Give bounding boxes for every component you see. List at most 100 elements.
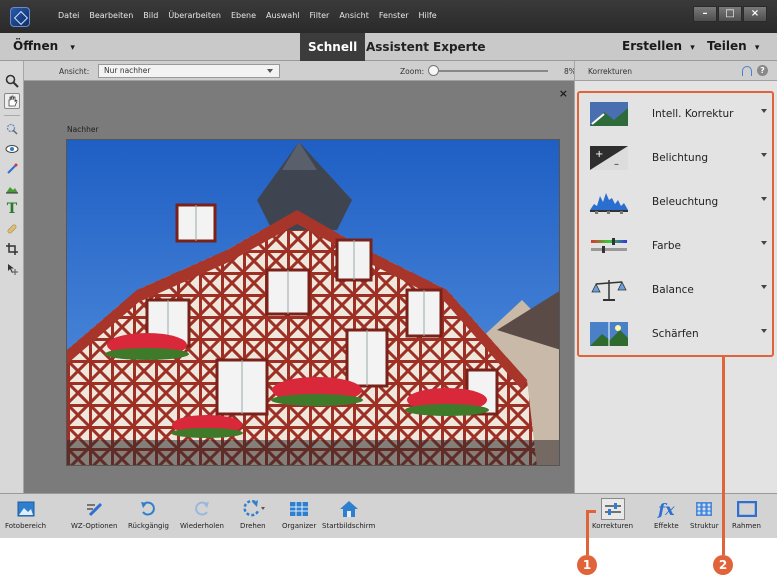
adjustment-exposure[interactable]: + – Belichtung — [587, 143, 767, 173]
view-label: Ansicht: — [59, 67, 90, 76]
photo-bin-icon — [14, 498, 38, 520]
effects-button[interactable]: fx Effekte — [654, 498, 679, 531]
chevron-down-icon — [761, 285, 767, 289]
move-tool-icon[interactable] — [4, 261, 20, 277]
menu-hilfe[interactable]: Hilfe — [419, 11, 437, 20]
crop-tool-icon[interactable] — [4, 241, 20, 257]
sharpen-icon — [590, 322, 628, 346]
undo-label: Rückgängig — [128, 522, 169, 530]
menu-filter[interactable]: Filter — [310, 11, 330, 20]
adjustments-button[interactable]: Korrekturen — [592, 498, 633, 530]
help-icon[interactable]: ? — [757, 65, 768, 76]
menu-fenster[interactable]: Fenster — [379, 11, 409, 20]
panel-title: Korrekturen — [588, 67, 632, 76]
adjustment-lighting[interactable]: Beleuchtung — [587, 187, 767, 217]
redo-button[interactable]: Wiederholen — [180, 498, 224, 530]
window-controls: – □ × — [693, 6, 767, 22]
open-dropdown-icon: ▾ — [70, 43, 75, 53]
zoom-label: Zoom: — [400, 67, 425, 76]
organizer-button[interactable]: Organizer — [282, 498, 316, 530]
share-button[interactable]: Teilen ▾ — [707, 39, 759, 53]
adjustment-smart-fix[interactable]: Intell. Korrektur — [587, 99, 767, 129]
share-dropdown-icon: ▾ — [754, 43, 760, 53]
close-window-button[interactable]: × — [743, 6, 767, 22]
reset-icon[interactable] — [742, 66, 752, 76]
hand-tool-icon[interactable] — [4, 93, 20, 109]
bottom-bar: Fotobereich WZ-Optionen Rückgängig Wiede… — [0, 493, 777, 538]
svg-text:+: + — [595, 149, 603, 160]
adjustment-label: Belichtung — [652, 152, 709, 164]
textures-button[interactable]: Struktur — [690, 498, 719, 530]
home-screen-label: Startbildschirm — [322, 522, 376, 530]
home-screen-button[interactable]: Startbildschirm — [322, 498, 375, 530]
undo-button[interactable]: Rückgängig — [128, 498, 169, 530]
text-tool-icon[interactable]: T — [4, 201, 20, 217]
menu-ueberarbeiten[interactable]: Überarbeiten — [168, 11, 221, 20]
app-logo-icon — [10, 7, 30, 27]
create-button[interactable]: Erstellen ▾ — [622, 39, 695, 53]
frames-icon — [735, 498, 759, 520]
chevron-down-icon — [761, 197, 767, 201]
adjustment-sharpen[interactable]: Schärfen — [587, 319, 767, 349]
create-label: Erstellen — [622, 39, 683, 53]
adjustment-label: Intell. Korrektur — [652, 108, 734, 120]
photo-bin-button[interactable]: Fotobereich — [5, 498, 46, 530]
red-eye-icon[interactable] — [4, 141, 20, 157]
zoom-tool-icon[interactable] — [4, 73, 20, 89]
textures-label: Struktur — [690, 522, 719, 530]
tab-experte[interactable]: Experte — [425, 33, 493, 61]
zoom-slider-track[interactable] — [430, 70, 548, 72]
menu-bild[interactable]: Bild — [143, 11, 158, 20]
svg-text:–: – — [614, 159, 619, 170]
share-label: Teilen — [707, 39, 747, 53]
callout-badge-1: 1 — [577, 555, 597, 575]
open-button[interactable]: Öffnen ▾ — [13, 39, 75, 53]
panel-header: Korrekturen ? — [575, 61, 777, 81]
zoom-slider-thumb[interactable] — [428, 65, 439, 76]
smart-fix-icon — [590, 102, 628, 126]
toolbox: T — [0, 61, 24, 493]
textures-icon — [692, 498, 716, 520]
tool-options-icon — [82, 498, 106, 520]
adjustment-label: Schärfen — [652, 328, 699, 340]
maximize-button[interactable]: □ — [718, 6, 742, 22]
tool-options-button[interactable]: WZ-Optionen — [71, 498, 117, 530]
whiten-teeth-icon[interactable] — [4, 161, 20, 177]
menu-bar: Datei Bearbeiten Bild Überarbeiten Ebene… — [0, 0, 777, 33]
tab-schnell[interactable]: Schnell — [300, 33, 366, 61]
adjustment-label: Beleuchtung — [652, 196, 719, 208]
menu-auswahl[interactable]: Auswahl — [266, 11, 299, 20]
view-caption: Nachher — [67, 125, 99, 134]
balance-icon — [591, 280, 627, 301]
spot-healing-icon[interactable] — [4, 221, 20, 237]
quick-selection-icon[interactable] — [4, 121, 20, 137]
toolbox-divider — [4, 115, 20, 116]
effects-label: Effekte — [654, 522, 679, 530]
redo-icon — [190, 498, 214, 520]
callout-line-1 — [586, 510, 589, 555]
adjustment-color[interactable]: Farbe — [587, 231, 767, 261]
frames-button[interactable]: Rahmen — [732, 498, 761, 530]
adjustment-label: Farbe — [652, 240, 681, 252]
minimize-button[interactable]: – — [693, 6, 717, 22]
menu-datei[interactable]: Datei — [58, 11, 79, 20]
menu-ebene[interactable]: Ebene — [231, 11, 256, 20]
lighting-icon — [590, 193, 628, 214]
rotate-button[interactable]: Drehen — [240, 498, 266, 530]
menu-ansicht[interactable]: Ansicht — [339, 11, 369, 20]
effects-icon: fx — [658, 499, 675, 519]
rotate-label: Drehen — [240, 522, 266, 530]
straighten-icon[interactable] — [4, 181, 20, 197]
frames-label: Rahmen — [732, 522, 761, 530]
image-canvas[interactable]: × Nachher — [24, 81, 574, 493]
view-select[interactable]: Nur nachher — [98, 64, 280, 78]
menu-bearbeiten[interactable]: Bearbeiten — [89, 11, 133, 20]
tool-options-bar: Ansicht: Nur nachher Zoom: 8% — [24, 61, 576, 81]
adjustment-balance[interactable]: Balance — [587, 275, 767, 305]
close-image-icon[interactable]: × — [559, 87, 568, 100]
callout-badge-2: 2 — [713, 555, 733, 575]
adjustments-list: Intell. Korrektur + – Belichtung Beleucht… — [577, 91, 774, 357]
color-icon — [591, 238, 627, 253]
exposure-icon: +– — [590, 146, 628, 170]
open-label: Öffnen — [13, 39, 59, 53]
